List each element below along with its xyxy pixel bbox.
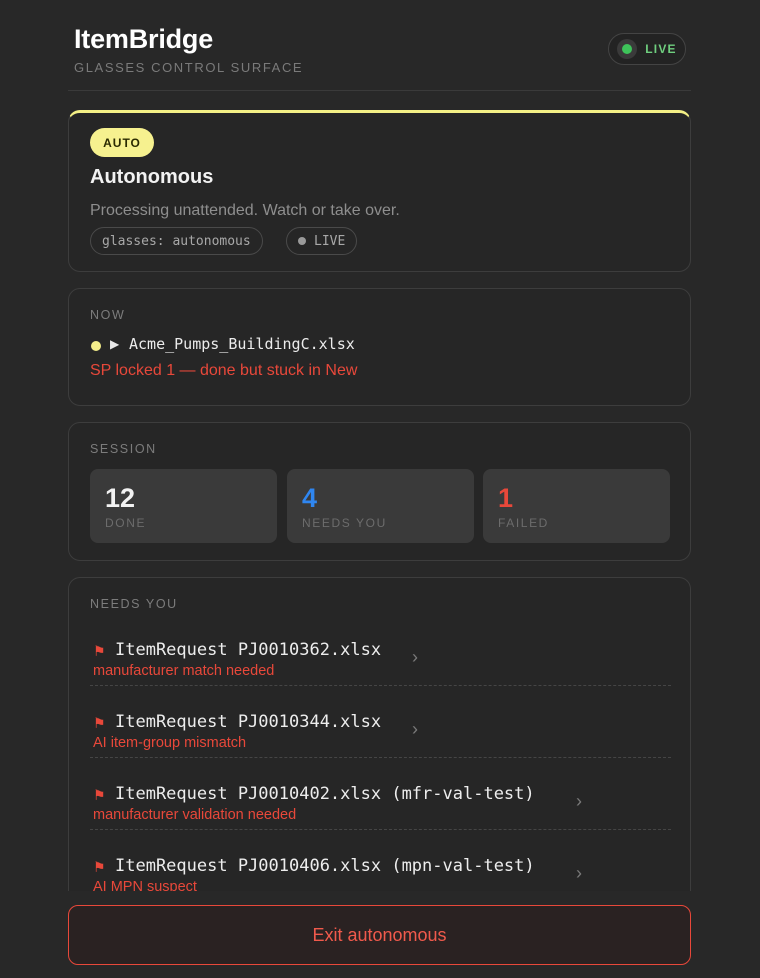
live-status-chip: LIVE: [286, 227, 358, 255]
now-section-label: NOW: [90, 308, 126, 322]
app-title: ItemBridge: [74, 24, 214, 54]
header: ItemBridge GLASSES CONTROL SURFACE LIVE: [68, 0, 691, 91]
chevron-right-icon: ›: [412, 719, 418, 739]
active-dot-icon: [91, 341, 101, 351]
item-reason: AI MPN suspect: [93, 879, 197, 891]
flag-icon: ⚑: [93, 787, 106, 803]
item-reason: AI item-group mismatch: [93, 735, 247, 751]
item-reason: manufacturer validation needed: [93, 807, 297, 823]
current-file-name: Acme_Pumps_BuildingC.xlsx: [129, 335, 355, 353]
app-subtitle: GLASSES CONTROL SURFACE: [74, 60, 304, 75]
list-item[interactable]: ⚑ ItemRequest PJ0010406.xlsx (mpn-val-te…: [90, 830, 671, 891]
glasses-status-chip: glasses: autonomous: [90, 227, 263, 255]
status-dot-icon: [298, 237, 306, 245]
stat-needs-you-label: NEEDS YOU: [302, 516, 387, 530]
item-file-name: ItemRequest PJ0010344.xlsx: [115, 712, 382, 732]
stat-failed-value: 1: [498, 483, 514, 513]
flag-icon: ⚑: [93, 859, 106, 875]
live-label: LIVE: [645, 42, 677, 56]
live-dot-icon: [617, 39, 638, 59]
stat-failed: 1 FAILED: [483, 469, 670, 543]
flag-icon: ⚑: [93, 643, 106, 659]
mode-card: AUTO Autonomous Processing unattended. W…: [68, 110, 691, 272]
app-container: ItemBridge GLASSES CONTROL SURFACE LIVE …: [68, 0, 691, 891]
mode-description: Processing unattended. Watch or take ove…: [90, 202, 400, 219]
item-file-name: ItemRequest PJ0010406.xlsx (mpn-val-test…: [115, 856, 535, 876]
item-file-name: ItemRequest PJ0010402.xlsx (mfr-val-test…: [115, 784, 535, 804]
stat-done: 12 DONE: [90, 469, 277, 543]
session-card: SESSION 12 DONE 4 NEEDS YOU 1 FAILED: [68, 422, 691, 561]
stat-done-label: DONE: [105, 516, 147, 530]
flag-icon: ⚑: [93, 715, 106, 731]
live-indicator: LIVE: [608, 33, 686, 65]
item-file-name: ItemRequest PJ0010362.xlsx: [115, 640, 382, 660]
mode-title: Autonomous: [90, 166, 214, 188]
item-reason: manufacturer match needed: [93, 663, 275, 679]
mode-badge: AUTO: [90, 128, 154, 157]
list-item[interactable]: ⚑ ItemRequest PJ0010362.xlsx manufacture…: [90, 614, 671, 686]
glasses-status-label: glasses: autonomous: [102, 233, 251, 249]
chevron-right-icon: ›: [412, 647, 418, 667]
list-item[interactable]: ⚑ ItemRequest PJ0010344.xlsx AI item-gro…: [90, 686, 671, 758]
exit-autonomous-button[interactable]: Exit autonomous: [68, 905, 691, 965]
stat-done-value: 12: [105, 483, 136, 513]
stat-failed-label: FAILED: [498, 516, 549, 530]
current-file-status: SP locked 1 — done but stuck in New: [90, 362, 358, 379]
needs-you-card: NEEDS YOU ⚑ ItemRequest PJ0010362.xlsx m…: [68, 577, 691, 891]
needs-you-section-label: NEEDS YOU: [90, 597, 178, 611]
play-icon: ▶: [110, 337, 120, 351]
live-status-label: LIVE: [314, 233, 346, 249]
stat-needs-you: 4 NEEDS YOU: [287, 469, 474, 543]
list-item[interactable]: ⚑ ItemRequest PJ0010402.xlsx (mfr-val-te…: [90, 758, 671, 830]
stat-needs-you-value: 4: [302, 483, 318, 513]
chevron-right-icon: ›: [576, 863, 582, 883]
chevron-right-icon: ›: [576, 791, 582, 811]
now-card: NOW ▶ Acme_Pumps_BuildingC.xlsx SP locke…: [68, 288, 691, 406]
session-section-label: SESSION: [90, 442, 157, 456]
needs-you-list: ⚑ ItemRequest PJ0010362.xlsx manufacture…: [90, 614, 671, 891]
